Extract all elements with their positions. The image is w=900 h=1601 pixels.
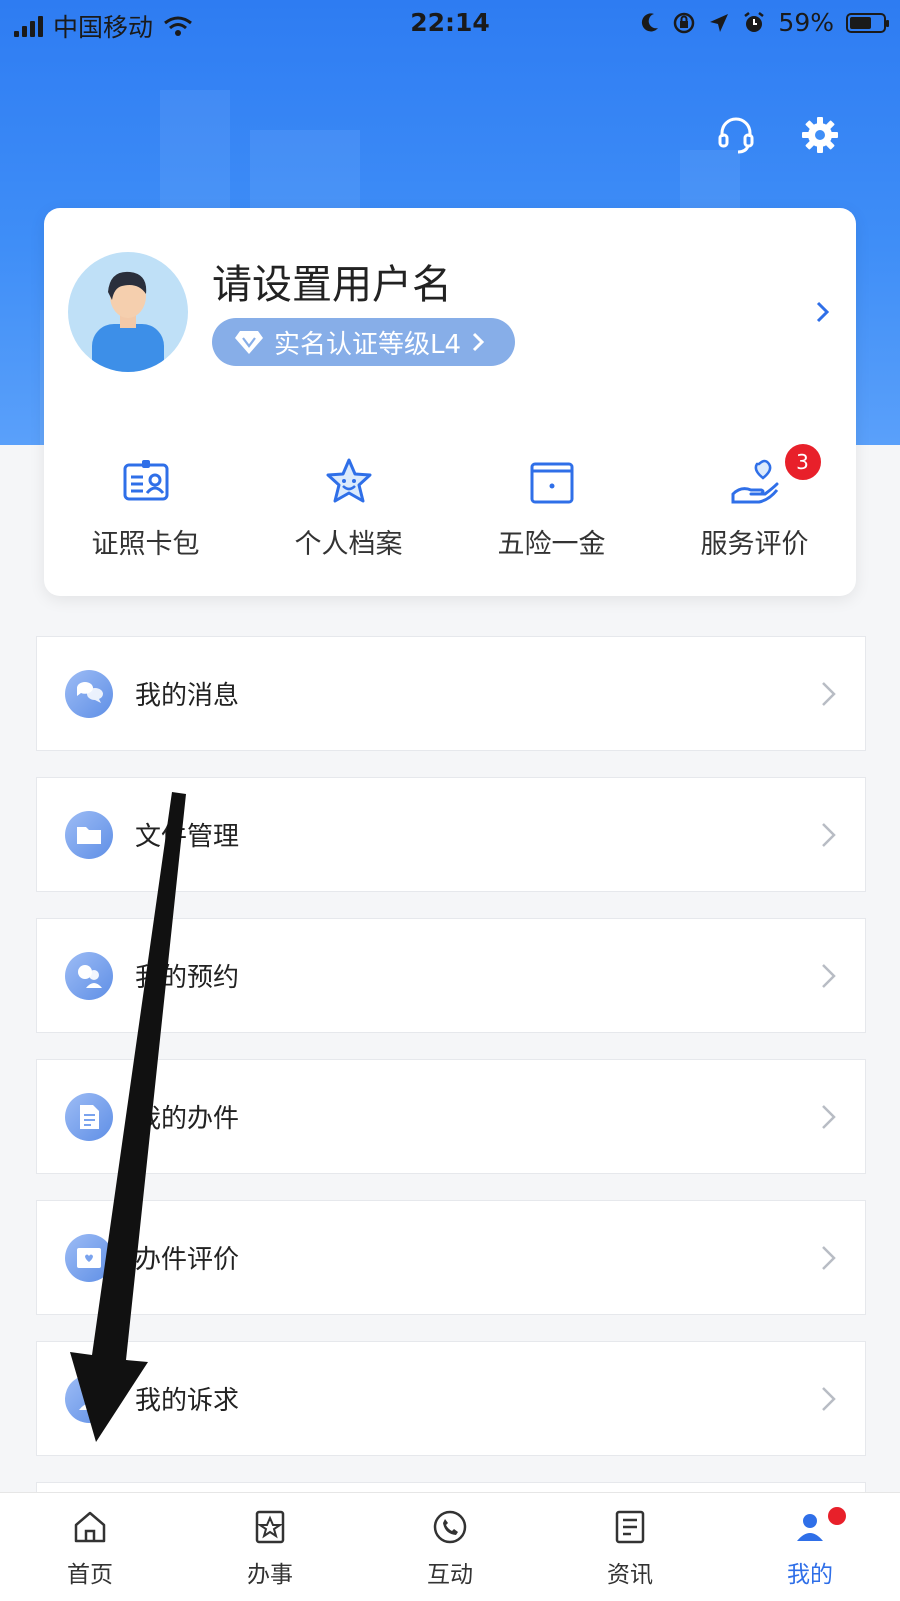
tab-label: 资讯	[607, 1562, 653, 1588]
document-icon	[65, 1093, 113, 1141]
gear-icon[interactable]	[800, 115, 840, 155]
headset-icon[interactable]	[716, 115, 756, 155]
quick-action-label: 证照卡包	[91, 529, 200, 560]
appointment-icon	[65, 952, 113, 1000]
diamond-icon	[235, 331, 263, 354]
chevron-right-icon[interactable]	[810, 300, 834, 324]
menu-item-label: 我的诉求	[135, 1386, 240, 1416]
battery-icon	[846, 12, 889, 33]
menu-item-file-management[interactable]: 文件管理	[36, 777, 866, 892]
menu-item-label: 办件评价	[135, 1245, 240, 1275]
tab-label: 办事	[247, 1562, 293, 1588]
status-bar: 中国移动 22:14 59%	[0, 0, 900, 46]
quick-actions: 证照卡包 个人档案 五险一金 3 服务评价	[44, 442, 856, 561]
certification-level-badge[interactable]: 实名认证等级L4	[212, 318, 516, 366]
battery-percent: 59%	[778, 8, 834, 37]
tab-news[interactable]: 资讯	[540, 1493, 720, 1601]
news-icon	[615, 1510, 645, 1544]
folder-icon	[65, 811, 113, 859]
wallet-icon	[530, 462, 573, 504]
message-icon	[65, 670, 113, 718]
tab-label: 首页	[67, 1562, 113, 1588]
tab-label: 我的	[787, 1562, 833, 1588]
rotation-lock-icon	[674, 12, 695, 33]
quick-action-service-rating[interactable]: 3 服务评价	[653, 442, 856, 561]
tab-home[interactable]: 首页	[0, 1493, 180, 1601]
id-card-icon	[123, 460, 168, 501]
chevron-right-icon	[822, 1246, 836, 1270]
tab-mine[interactable]: 我的	[720, 1493, 900, 1601]
menu-list: 我的消息 文件管理 我的预约 我的办件 办件评价 我的诉求	[36, 636, 866, 1522]
notification-badge: 3	[782, 442, 823, 482]
phone-12345-icon	[433, 1510, 467, 1544]
moon-icon	[642, 12, 659, 31]
certification-label: 实名认证等级L4	[274, 329, 462, 360]
chevron-right-icon	[822, 964, 836, 988]
hand-heart-icon	[731, 459, 778, 504]
bottom-tab-bar: 首页 办事 互动 资讯 我的	[0, 1492, 900, 1601]
chevron-right-icon	[822, 823, 836, 847]
menu-item-label: 文件管理	[135, 822, 240, 852]
alarm-icon	[744, 11, 765, 32]
tab-label: 互动	[427, 1562, 473, 1588]
menu-item-my-cases[interactable]: 我的办件	[36, 1059, 866, 1174]
chevron-right-icon	[822, 682, 836, 706]
tab-interaction[interactable]: 互动	[360, 1493, 540, 1601]
quick-action-label: 五险一金	[497, 529, 606, 560]
appeal-icon	[65, 1375, 113, 1423]
menu-item-my-appeals[interactable]: 我的诉求	[36, 1341, 866, 1456]
quick-action-id-card-wallet[interactable]: 证照卡包	[44, 456, 247, 561]
chevron-right-icon	[822, 1387, 836, 1411]
profile-card[interactable]: 请设置用户名 实名认证等级L4 证照卡包 个人档案 五险一金 3 服务评价	[44, 208, 856, 596]
menu-item-label: 我的消息	[135, 681, 240, 711]
location-icon	[710, 13, 729, 32]
quick-action-personal-file[interactable]: 个人档案	[247, 456, 450, 561]
menu-item-appointments[interactable]: 我的预约	[36, 918, 866, 1033]
quick-action-social-insurance[interactable]: 五险一金	[450, 456, 653, 561]
menu-item-case-rating[interactable]: 办件评价	[36, 1200, 866, 1315]
rating-icon	[65, 1234, 113, 1282]
star-face-icon	[326, 458, 371, 503]
menu-item-messages[interactable]: 我的消息	[36, 636, 866, 751]
quick-action-label: 个人档案	[294, 529, 403, 560]
avatar[interactable]	[68, 252, 188, 372]
quick-action-label: 服务评价	[700, 529, 809, 560]
chevron-right-icon	[822, 1105, 836, 1129]
chevron-right-icon	[472, 332, 485, 352]
service-icon	[255, 1510, 285, 1544]
tab-services[interactable]: 办事	[180, 1493, 360, 1601]
username[interactable]: 请设置用户名	[212, 252, 452, 310]
user-icon	[797, 1514, 823, 1541]
notification-dot	[828, 1507, 846, 1525]
home-icon	[74, 1511, 106, 1543]
menu-item-label: 我的办件	[135, 1104, 240, 1134]
menu-item-label: 我的预约	[135, 963, 240, 993]
